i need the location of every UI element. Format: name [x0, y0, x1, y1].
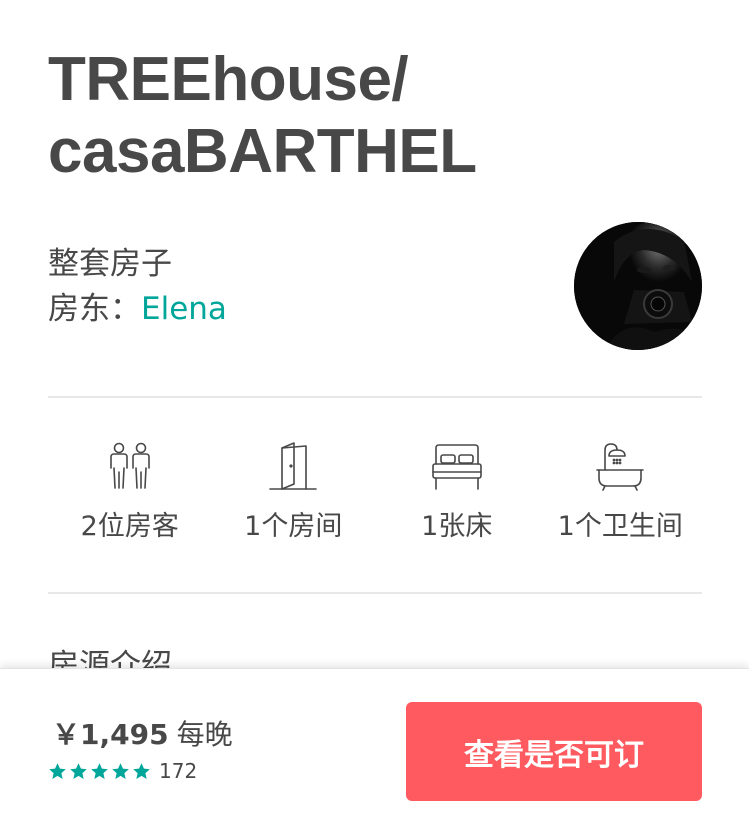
- currency-symbol: ￥: [52, 718, 81, 751]
- amenity-baths: 1个卫生间: [539, 438, 703, 558]
- host-photo: [574, 222, 702, 350]
- amenities-row: 2位房客 1个房间 1张床 1个卫生间: [48, 438, 702, 558]
- room-type: 整套房子: [48, 246, 172, 282]
- bathtub-icon: [595, 438, 645, 496]
- price-line: ￥1,495 每晚: [52, 715, 233, 755]
- amenity-label: 1个卫生间: [557, 511, 683, 542]
- listing-page: TREEhouse/ casaBARTHEL 整套房子 房东：Elena 2位房…: [0, 0, 749, 833]
- divider: [48, 396, 702, 398]
- amenity-label: 2位房客: [80, 511, 179, 542]
- rating[interactable]: 172: [48, 759, 197, 783]
- divider: [48, 592, 702, 594]
- listing-title: TREEhouse/ casaBARTHEL: [48, 44, 668, 188]
- host-avatar[interactable]: [574, 222, 702, 350]
- host-line: 房东：Elena: [48, 289, 227, 329]
- door-icon: [268, 438, 318, 496]
- guests-icon: [107, 438, 153, 496]
- amenity-beds: 1张床: [375, 438, 539, 558]
- listing-title-line-1: TREEhouse/: [48, 45, 409, 114]
- nightly-price: 1,495: [80, 718, 169, 751]
- amenity-guests: 2位房客: [48, 438, 212, 558]
- amenity-label: 1张床: [421, 511, 493, 542]
- star-icon: [49, 762, 66, 779]
- host-name-link[interactable]: Elena: [141, 291, 227, 327]
- booking-bar: ￥1,495 每晚 172 查看是否可订: [0, 668, 749, 833]
- host-prefix: 房东：: [48, 291, 141, 327]
- review-count: 172: [159, 759, 198, 783]
- star-icon: [70, 762, 87, 779]
- star-icon: [91, 762, 108, 779]
- star-icon: [112, 762, 129, 779]
- star-rating: [48, 762, 153, 781]
- listing-title-line-2: casaBARTHEL: [48, 117, 477, 186]
- per-night-label: 每晚: [176, 718, 233, 751]
- amenity-label: 1个房间: [244, 511, 343, 542]
- bed-icon: [431, 438, 483, 496]
- amenity-rooms: 1个房间: [212, 438, 376, 558]
- check-availability-button[interactable]: 查看是否可订: [406, 702, 702, 801]
- star-icon: [133, 762, 150, 779]
